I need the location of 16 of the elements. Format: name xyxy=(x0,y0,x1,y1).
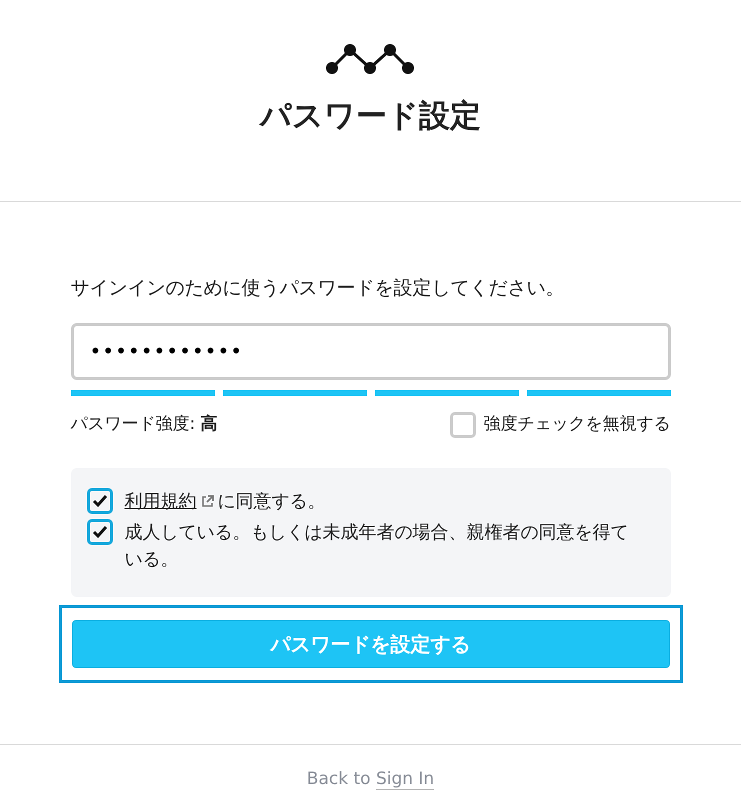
checkbox[interactable] xyxy=(86,518,112,544)
logo-icon xyxy=(326,42,416,76)
page-title: パスワード設定 xyxy=(260,98,481,136)
agreement-text: 成人している。もしくは未成年者の場合、親権者の同意を得ている。 xyxy=(124,520,630,572)
back-to-sign-in-text: Back to Sign In xyxy=(306,769,434,789)
checkbox[interactable] xyxy=(86,488,112,514)
strength-label: パスワード強度: 高 xyxy=(70,412,218,436)
checkbox[interactable] xyxy=(450,412,476,438)
terms-link[interactable]: 利用規約 xyxy=(124,488,196,514)
agreement-text: に同意する。 xyxy=(218,490,326,514)
instruction-text: サインインのために使うパスワードを設定してください。 xyxy=(70,276,566,301)
checkbox-label: 強度チェックを無視する xyxy=(484,412,670,436)
check-icon xyxy=(92,524,108,538)
check-icon xyxy=(92,494,108,508)
external-link-icon xyxy=(200,494,214,508)
password-field[interactable]: •••••••••••• xyxy=(70,322,670,380)
